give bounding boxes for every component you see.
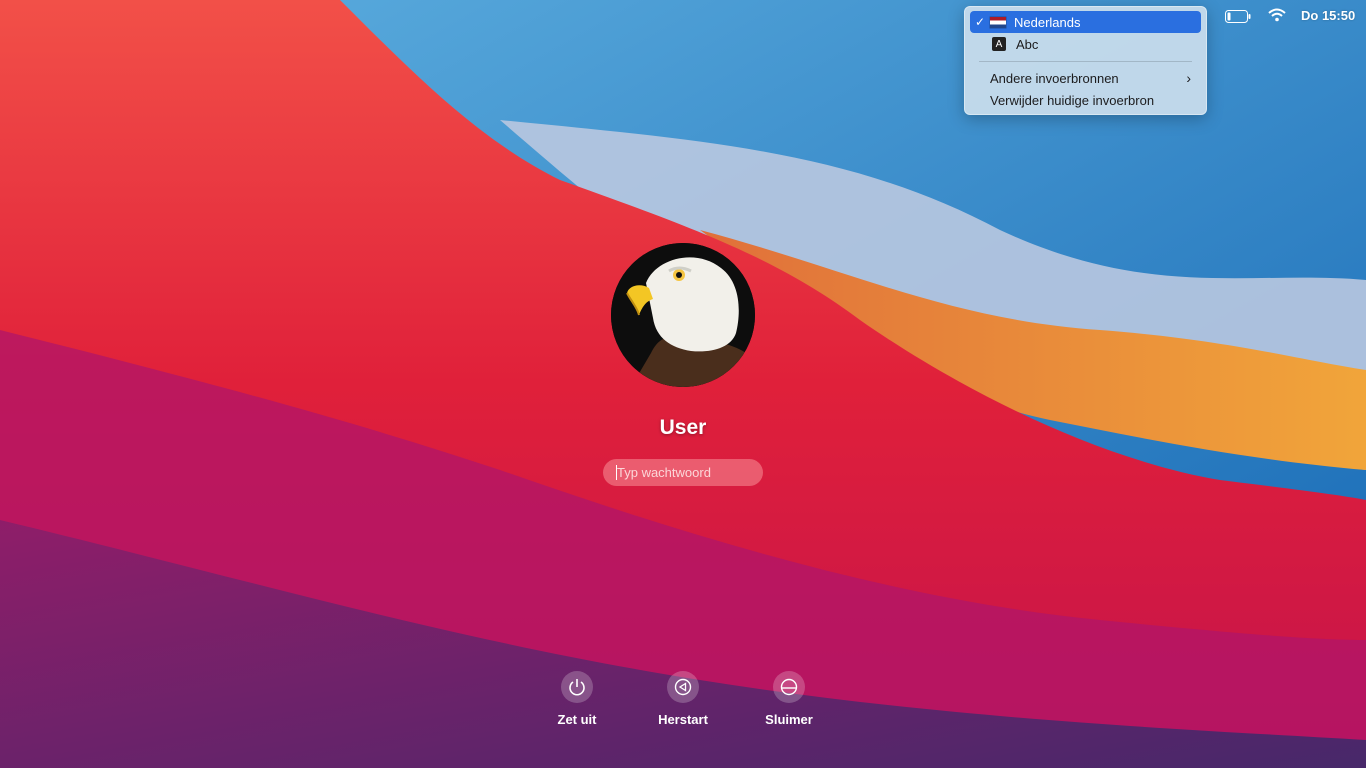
- menu-item-other-input-sources[interactable]: Andere invoerbronnen ›: [970, 67, 1201, 89]
- user-avatar[interactable]: [611, 243, 755, 387]
- sleep-label: Sluimer: [765, 712, 813, 727]
- restart-icon: [667, 671, 699, 703]
- restart-button[interactable]: Herstart: [643, 671, 723, 727]
- chevron-right-icon: ›: [1186, 70, 1191, 86]
- checkmark-icon: ✓: [974, 15, 986, 29]
- input-source-menu: ✓ Nederlands A Abc Andere invoerbronnen …: [964, 6, 1207, 115]
- shutdown-button[interactable]: Zet uit: [537, 671, 617, 727]
- menu-item-label: Abc: [1016, 36, 1039, 52]
- menu-item-label: Nederlands: [1014, 14, 1081, 30]
- battery-icon[interactable]: [1225, 7, 1251, 25]
- menu-separator: [979, 61, 1192, 62]
- menu-item-label: Andere invoerbronnen: [990, 70, 1119, 86]
- menu-item-label: Verwijder huidige invoerbron: [990, 92, 1155, 108]
- password-field[interactable]: [603, 459, 763, 486]
- wifi-icon[interactable]: [1268, 6, 1286, 24]
- menubar-clock[interactable]: Do 15:50: [1301, 6, 1355, 24]
- restart-label: Herstart: [658, 712, 708, 727]
- menu-item-nederlands[interactable]: ✓ Nederlands: [970, 11, 1201, 33]
- abc-keyboard-icon: A: [992, 37, 1006, 51]
- username-label: User: [659, 416, 707, 439]
- text-caret: [616, 465, 617, 480]
- sleep-button[interactable]: Sluimer: [749, 671, 829, 727]
- bald-eagle-avatar: [611, 243, 755, 387]
- power-icon: [561, 671, 593, 703]
- shutdown-label: Zet uit: [557, 712, 597, 727]
- sleep-icon: [773, 671, 805, 703]
- menu-item-abc[interactable]: A Abc: [970, 33, 1201, 55]
- netherlands-flag-icon: [990, 16, 1006, 28]
- menu-item-remove-input-source[interactable]: Verwijder huidige invoerbron: [970, 89, 1201, 111]
